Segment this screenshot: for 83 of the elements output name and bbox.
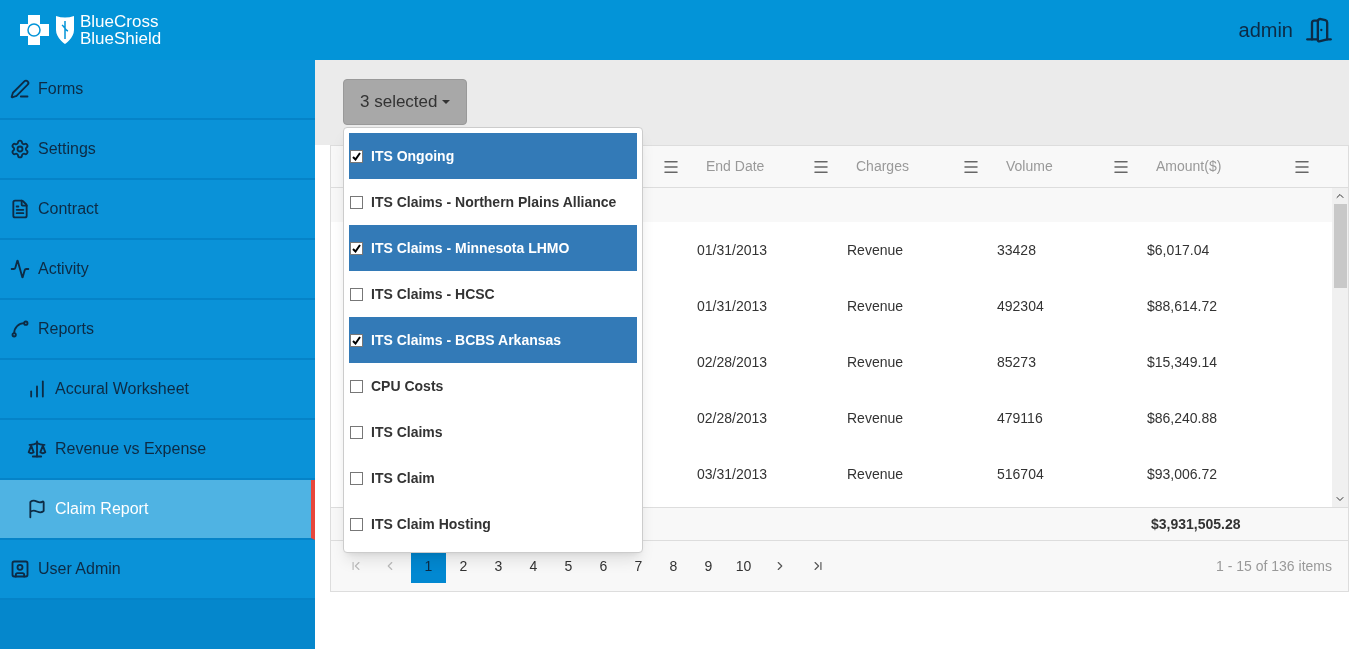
dropdown-option[interactable]: ITS Claim: [349, 455, 637, 501]
checkbox[interactable]: [350, 425, 363, 439]
table-cell: 33428: [997, 241, 1036, 258]
table-cell: 01/31/2013: [697, 241, 768, 258]
page-button[interactable]: 5: [551, 549, 586, 583]
checkbox[interactable]: [350, 287, 363, 301]
sidebar-item[interactable]: Settings: [0, 120, 315, 180]
page-button[interactable]: 9: [691, 549, 726, 583]
sub-item-icon: [27, 439, 47, 459]
table-cell: $88,614.72: [1147, 297, 1218, 314]
table-cell: Revenue: [847, 241, 904, 258]
table-cell: 03/31/2013: [697, 465, 768, 482]
page-button[interactable]: 3: [481, 549, 516, 583]
page-button[interactable]: 4: [516, 549, 551, 583]
table-cell: Revenue: [847, 465, 904, 482]
checkbox[interactable]: [350, 195, 363, 209]
checkbox[interactable]: [350, 333, 363, 347]
logo-text: BlueCross: [80, 13, 160, 30]
dropdown-option[interactable]: ITS Claims - Northern Plains Alliance: [349, 179, 637, 225]
table-cell: $86,240.88: [1147, 409, 1218, 426]
checkbox[interactable]: [350, 149, 363, 163]
table-cell: Revenue: [847, 297, 904, 314]
dropdown-option[interactable]: ITS Claims - Minnesota LHMO: [349, 225, 637, 271]
sidebar-item[interactable]: Reports: [0, 300, 315, 360]
checkmark-icon: [352, 335, 361, 345]
user-name: admin: [1238, 18, 1293, 43]
nav-icon: [10, 319, 30, 339]
sidebar-item[interactable]: Contract: [0, 180, 315, 240]
table-cell: 85273: [997, 353, 1036, 370]
total-amount: $3,931,505.28: [1151, 514, 1241, 534]
table-cell: 479116: [997, 409, 1043, 426]
dropdown-option[interactable]: ITS Claims - HCSC: [349, 271, 637, 317]
dropdown-option[interactable]: ITS Claim Hosting: [349, 501, 637, 547]
sidebar-item[interactable]: Accural Worksheet: [0, 360, 315, 420]
table-cell: 492304: [997, 297, 1044, 314]
sidebar-item[interactable]: Revenue vs Expense: [0, 420, 315, 480]
page-button[interactable]: 2: [446, 549, 481, 583]
column-header[interactable]: Amount($): [1156, 156, 1222, 177]
page-button[interactable]: 7: [621, 549, 656, 583]
logo-text: BlueShield: [80, 30, 162, 47]
table-cell: 02/28/2013: [697, 353, 768, 370]
table-cell: 01/31/2013: [697, 297, 768, 314]
table-cell: $15,349.14: [1147, 353, 1218, 370]
sidebar-item[interactable]: Claim Report: [0, 480, 315, 540]
sidebar-item[interactable]: Activity: [0, 240, 315, 300]
scrollbar-thumb[interactable]: [1333, 204, 1347, 288]
pager-info: 1 - 15 of 136 items: [1216, 556, 1332, 576]
table-cell: $93,006.72: [1147, 465, 1218, 482]
table-cell: Revenue: [847, 409, 904, 426]
column-header[interactable]: Volume: [1006, 156, 1053, 177]
last-page-icon[interactable]: [811, 559, 825, 573]
logout-icon[interactable]: [1305, 16, 1333, 44]
sidebar-item[interactable]: Forms: [0, 60, 315, 120]
page-button[interactable]: 8: [656, 549, 691, 583]
nav-icon: [10, 259, 30, 279]
checkbox[interactable]: [350, 471, 363, 485]
table-cell: $6,017.04: [1147, 241, 1210, 258]
sub-item-icon: [27, 379, 47, 399]
column-header[interactable]: End Date: [706, 156, 765, 177]
dropdown-option[interactable]: CPU Costs: [349, 363, 637, 409]
column-header[interactable]: Charges: [856, 156, 909, 177]
checkmark-icon: [352, 151, 361, 161]
table-cell: Revenue: [847, 353, 904, 370]
cross-shield-logo-icon: [20, 13, 76, 47]
nav-icon: [10, 199, 30, 219]
page-button[interactable]: 10: [726, 549, 761, 583]
checkmark-icon: [352, 243, 361, 253]
table-cell: 02/28/2013: [697, 409, 768, 426]
table-cell: 516704: [997, 465, 1044, 482]
page-button[interactable]: 6: [586, 549, 621, 583]
sidebar-item[interactable]: User Admin: [0, 540, 315, 600]
checkbox[interactable]: [350, 241, 363, 255]
multiselect-button[interactable]: 3 selected: [343, 79, 467, 125]
nav-icon: [10, 139, 30, 159]
sub-item-icon: [27, 499, 47, 519]
caret-icon: [441, 100, 450, 104]
nav-icon: [10, 79, 30, 99]
checkbox[interactable]: [350, 379, 363, 393]
dropdown-option[interactable]: ITS Claims - BCBS Arkansas: [349, 317, 637, 363]
nav-icon: [10, 559, 30, 579]
checkbox[interactable]: [350, 517, 363, 531]
dropdown-option[interactable]: ITS Claims: [349, 409, 637, 455]
dropdown-option[interactable]: ITS Ongoing: [349, 133, 637, 179]
